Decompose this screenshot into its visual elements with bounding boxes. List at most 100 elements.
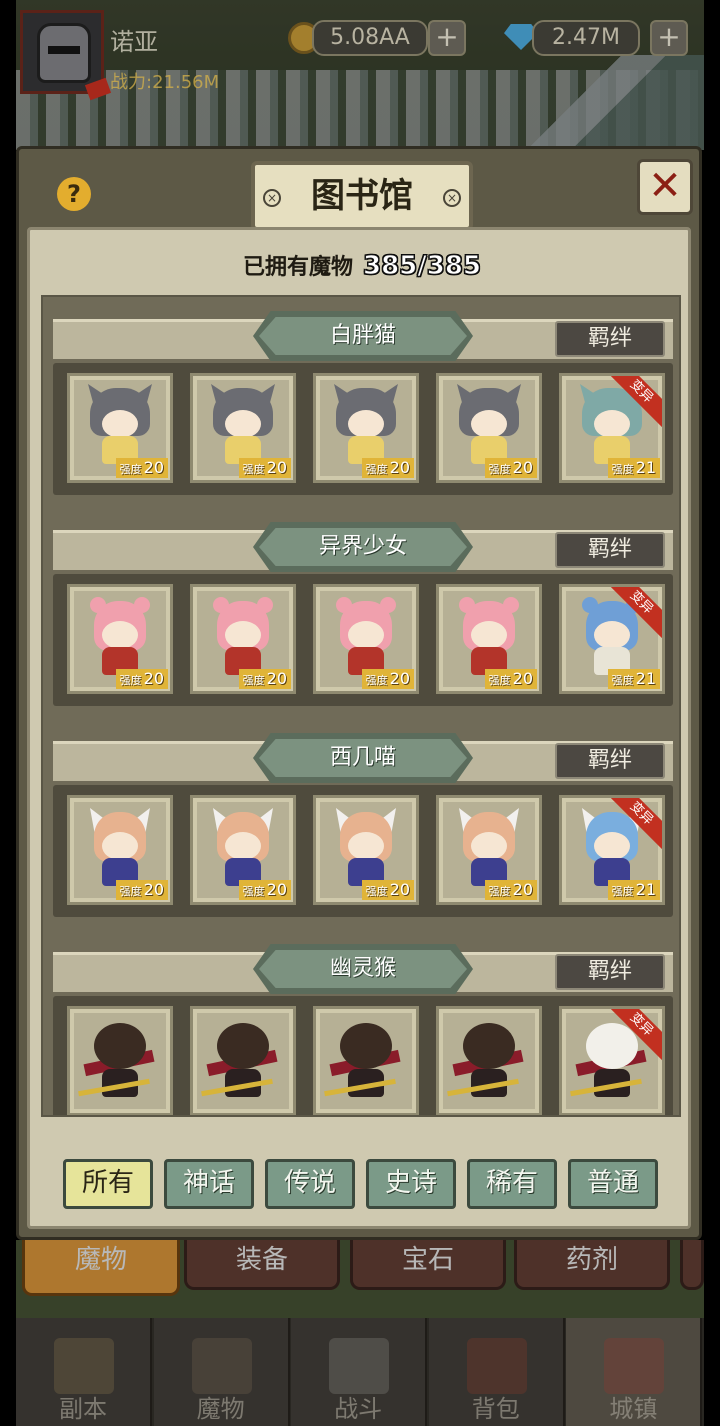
strength-value: 20	[143, 458, 164, 477]
bond-button[interactable]: 羁绊	[555, 954, 665, 990]
strength-value: 20	[389, 458, 410, 477]
monster-card[interactable]: 强度 20	[436, 584, 542, 694]
face	[225, 410, 261, 438]
face	[471, 621, 507, 649]
player-avatar[interactable]	[20, 10, 112, 101]
player-name: 诺亚	[110, 28, 158, 56]
monster-card[interactable]	[436, 1006, 542, 1115]
nav-icon	[466, 1338, 527, 1394]
monster-card[interactable]: 强度 20	[67, 795, 173, 905]
monster-card[interactable]: 强度 20	[190, 584, 296, 694]
monster-card[interactable]: 强度 21 变异	[559, 584, 665, 694]
bond-button[interactable]: 羁绊	[555, 743, 665, 779]
monster-card[interactable]: 强度 20	[313, 373, 419, 483]
group-name-plate: 幽灵猴	[253, 944, 473, 994]
monster-portrait	[330, 384, 402, 468]
strength-label: 强度	[611, 674, 634, 687]
help-button[interactable]: ?	[57, 177, 91, 211]
add-gold-button[interactable]: +	[428, 20, 466, 56]
monster-card[interactable]: 强度 20	[313, 584, 419, 694]
gold-amount: 5.08AA	[312, 20, 428, 56]
monster-portrait	[207, 806, 279, 890]
face	[225, 832, 261, 860]
strength-label: 强度	[119, 463, 142, 476]
monster-group: 异界少女 羁绊 强度 20 强度 20 强度 20 强度 20 强度 21 变异	[53, 522, 673, 722]
filter-button[interactable]: 神话	[164, 1159, 254, 1209]
monster-card[interactable]: 强度 20	[313, 795, 419, 905]
filter-button[interactable]: 普通	[568, 1159, 658, 1209]
strength-badge: 强度 20	[361, 880, 414, 900]
category-tab[interactable]: 宝石	[350, 1240, 506, 1290]
strength-value: 20	[266, 669, 287, 688]
nav-item[interactable]: 战斗	[291, 1318, 428, 1426]
monster-group: 西几喵 羁绊 强度 20 强度 20 强度 20 强度 20 强度 21 变异	[53, 733, 673, 933]
nav-item[interactable]: 魔物	[153, 1318, 290, 1426]
strength-value: 20	[512, 669, 533, 688]
monster-card-row: 强度 20 强度 20 强度 20 强度 20 强度 21 变异	[53, 363, 673, 495]
monster-card[interactable]: 强度 21 变异	[559, 373, 665, 483]
nav-icon	[54, 1338, 114, 1394]
screw-icon: ×	[263, 189, 281, 207]
strength-label: 强度	[242, 674, 265, 687]
strength-label: 强度	[365, 463, 388, 476]
screw-icon: ×	[443, 189, 461, 207]
monster-card[interactable]: 强度 21 变异	[559, 795, 665, 905]
strength-badge: 强度 20	[484, 669, 537, 689]
category-tab[interactable]: 魔物	[22, 1240, 180, 1296]
nav-item[interactable]: 城镇	[566, 1318, 703, 1426]
panel-title: 图书馆	[311, 176, 413, 216]
monster-card[interactable]: 变异	[559, 1006, 665, 1115]
monster-portrait	[78, 1017, 156, 1101]
nav-icon	[191, 1338, 252, 1394]
category-tab[interactable]: 装备	[184, 1240, 340, 1290]
monster-card[interactable]	[67, 1006, 173, 1115]
owned-count: 385/385	[362, 251, 482, 282]
monster-portrait	[324, 1017, 402, 1101]
filter-button[interactable]: 稀有	[467, 1159, 557, 1209]
face	[102, 621, 138, 649]
monster-card[interactable]: 强度 20	[190, 373, 296, 483]
monster-portrait	[453, 595, 525, 679]
bond-button[interactable]: 羁绊	[555, 321, 665, 357]
strength-badge: 强度 20	[115, 458, 168, 478]
monster-card[interactable]: 强度 20	[190, 795, 296, 905]
category-tab-more[interactable]	[680, 1240, 704, 1290]
filter-button[interactable]: 传说	[265, 1159, 355, 1209]
strength-label: 强度	[611, 463, 634, 476]
strength-value: 20	[512, 880, 533, 899]
strength-badge: 强度 20	[115, 669, 168, 689]
close-button[interactable]: ✕	[637, 159, 693, 215]
strength-label: 强度	[119, 674, 142, 687]
face	[348, 621, 384, 649]
strength-badge: 强度 20	[361, 669, 414, 689]
strength-value: 21	[635, 880, 656, 899]
filter-button[interactable]: 所有	[63, 1159, 153, 1209]
nav-label: 副本	[59, 1395, 107, 1423]
face	[471, 832, 507, 860]
monster-card[interactable]	[313, 1006, 419, 1115]
monster-card[interactable]	[190, 1006, 296, 1115]
strength-value: 21	[635, 458, 656, 477]
owned-label: 已拥有魔物	[242, 255, 353, 280]
monster-card[interactable]: 强度 20	[436, 795, 542, 905]
rarity-filter-bar: 所有 神话 传说 史诗 稀有 普通	[63, 1159, 663, 1211]
library-panel: ? 图书馆 × × ✕ 已拥有魔物 385/385 白胖猫 羁绊 强度 20 强度 20 强度…	[16, 146, 702, 1240]
strength-badge: 强度 20	[238, 669, 291, 689]
category-tab[interactable]: 药剂	[514, 1240, 670, 1290]
monster-card[interactable]: 强度 20	[67, 373, 173, 483]
monster-group-list[interactable]: 白胖猫 羁绊 强度 20 强度 20 强度 20 强度 20 强度 21 变异 异界少女 羁绊 强度 20 强度 2…	[41, 295, 681, 1117]
bond-button[interactable]: 羁绊	[555, 532, 665, 568]
monster-card[interactable]: 强度 20	[67, 584, 173, 694]
strength-badge: 强度 20	[238, 458, 291, 478]
monster-card[interactable]: 强度 20	[436, 373, 542, 483]
strength-label: 强度	[488, 674, 511, 687]
filter-button[interactable]: 史诗	[366, 1159, 456, 1209]
nav-item[interactable]: 背包	[428, 1318, 565, 1426]
strength-label: 强度	[242, 885, 265, 898]
strength-label: 强度	[119, 885, 142, 898]
monster-group: 白胖猫 羁绊 强度 20 强度 20 强度 20 强度 20 强度 21 变异	[53, 311, 673, 511]
top-hud: 诺亚 战力:21.56M 5.08AA + 2.47M +	[16, 0, 704, 150]
add-gems-button[interactable]: +	[650, 20, 688, 56]
nav-item[interactable]: 副本	[16, 1318, 152, 1426]
monster-portrait	[207, 595, 279, 679]
